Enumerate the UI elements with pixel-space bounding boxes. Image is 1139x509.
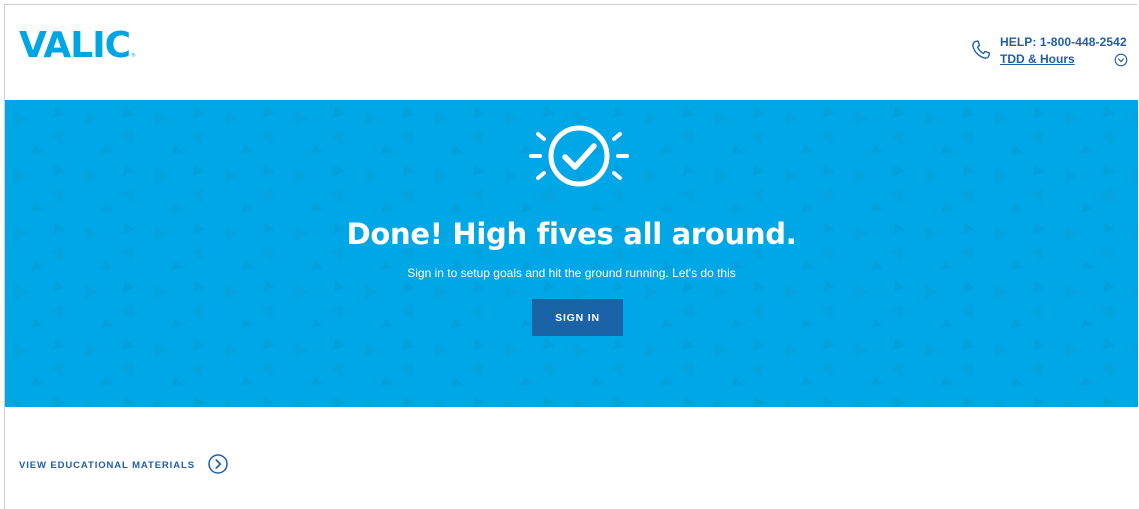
check-circle-burst-icon xyxy=(529,125,629,187)
help-phone-number[interactable]: HELP: 1-800-448-2542 xyxy=(1000,35,1127,49)
chevron-right-circle-icon[interactable] xyxy=(207,453,229,475)
valic-logo[interactable]: VALIC® xyxy=(19,25,136,66)
confirmation-title: Done! High fives all around. xyxy=(346,217,797,251)
logo-trademark: ® xyxy=(131,53,137,59)
sign-in-button[interactable]: SIGN IN xyxy=(532,299,623,336)
view-educational-materials-link[interactable]: VIEW EDUCATIONAL MATERIALS xyxy=(19,460,195,471)
page-frame: VALIC® HELP: 1-800-448-2542 TDD & Hours xyxy=(4,4,1138,509)
logo-text: VALIC xyxy=(19,25,131,66)
chevron-down-circle-icon[interactable] xyxy=(1114,53,1128,67)
phone-icon xyxy=(972,40,991,59)
tdd-hours-link[interactable]: TDD & Hours xyxy=(1000,52,1075,66)
confirmation-subtitle: Sign in to setup goals and hit the groun… xyxy=(407,266,736,280)
site-header: VALIC® HELP: 1-800-448-2542 TDD & Hours xyxy=(5,5,1138,100)
confirmation-hero: Done! High fives all around. Sign in to … xyxy=(5,100,1138,407)
